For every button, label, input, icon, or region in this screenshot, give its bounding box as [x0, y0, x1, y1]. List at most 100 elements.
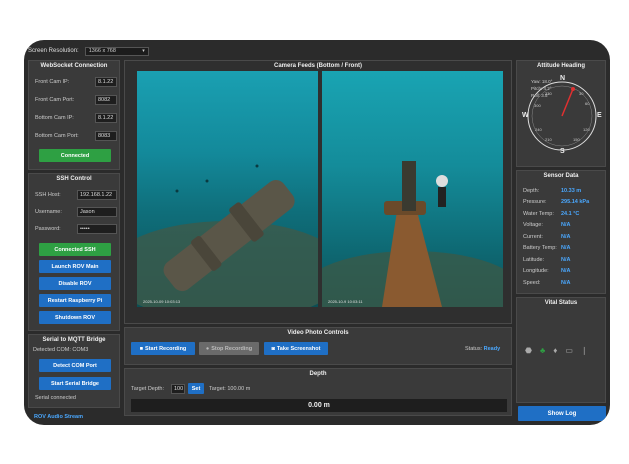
camera-panel: Camera Feeds (Bottom / Front) 2025-10-09…	[124, 60, 512, 324]
leak-icon: ♣	[539, 346, 546, 355]
sensor-label: Water Temp:	[523, 210, 554, 217]
video-controls-panel: Video Photo Controls ■ Start Recording ●…	[124, 327, 512, 365]
start-recording-button[interactable]: ■ Start Recording	[131, 342, 195, 355]
detect-com-button[interactable]: Detect COM Port	[39, 359, 111, 372]
compass-n: N	[560, 75, 566, 82]
depth-panel: Depth Target Depth: 100 Set Target: 100.…	[124, 368, 512, 416]
sensor-row: Battery Temp: N/A	[523, 243, 605, 255]
app-window: Screen Resolution: 1366 x 768 ▾ WebSocke…	[24, 40, 610, 425]
sensor-row: Speed: N/A	[523, 277, 605, 289]
thermometer-icon: ❘	[580, 346, 588, 355]
restart-pi-label: Restart Raspberry Pi	[47, 297, 103, 304]
sensor-row: Pressure: 295.14 kPa	[523, 197, 605, 209]
record-icon: ■	[139, 345, 144, 352]
sensor-value: N/A	[561, 256, 571, 263]
stop-recording-button[interactable]: ● Stop Recording	[199, 342, 259, 355]
tick-330: 330	[545, 91, 552, 96]
sensor-value: 295.14 kPa	[561, 199, 590, 206]
tick-210: 210	[545, 137, 552, 142]
engine-icon: ⬣	[525, 346, 532, 355]
websocket-title: WebSocket Connection	[40, 63, 108, 69]
websocket-panel: WebSocket Connection Front Cam IP: 8.1.2…	[28, 60, 120, 170]
sensor-value: N/A	[561, 279, 571, 286]
sensor-row: Latitude: N/A	[523, 254, 605, 266]
ssh-host-field[interactable]: 192.168.1.22	[77, 190, 117, 200]
compass-w: W	[522, 112, 529, 119]
tick-120: 120	[583, 127, 590, 132]
bottom-port-label: Bottom Cam Port:	[35, 133, 79, 139]
sensor-label: Voltage:	[523, 222, 543, 229]
bottom-feed-timestamp: 2025-10-09 10:03:13	[143, 299, 181, 304]
sensor-row: Longitude: N/A	[523, 266, 605, 278]
launch-rov-button[interactable]: Launch ROV Main	[39, 260, 111, 273]
detect-com-label: Detect COM Port	[53, 362, 97, 369]
front-port-field[interactable]: 8082	[95, 95, 117, 105]
sensor-value: 24.1 °C	[561, 210, 580, 217]
attitude-panel: Attitude Heading N E S W Yaw: 18.0° Pitc…	[516, 60, 606, 167]
resolution-label: Screen Resolution:	[28, 48, 79, 54]
sensor-label: Depth:	[523, 187, 540, 194]
target-depth-input[interactable]: 100	[171, 384, 185, 394]
attitude-title: Attitude Heading	[537, 63, 585, 69]
status-value: Ready	[483, 346, 501, 352]
sensor-panel: Sensor Data Depth: 10.33 m Pressure: 295.14…	[516, 170, 606, 294]
vital-panel: Vital Status ⬣ ♣ ♦ ▭ ❘	[516, 297, 606, 403]
bottom-camera-feed: 2025-10-09 10:03:13	[137, 71, 318, 307]
show-log-label: Show Log	[547, 410, 577, 417]
bottom-ip-label: Bottom Cam IP:	[35, 115, 74, 121]
camera-title: Camera Feeds (Bottom / Front)	[273, 63, 362, 69]
start-serial-bridge-button[interactable]: Start Serial Bridge	[39, 377, 111, 390]
stop-recording-label: Stop Recording	[211, 345, 253, 352]
current-depth-display: 0.00 m	[131, 399, 507, 412]
serial-panel: Serial to MQTT Bridge Detected COM: COM3…	[28, 334, 120, 408]
ssh-connect-button[interactable]: Connected SSH	[39, 243, 111, 256]
rov-audio-stream-link[interactable]: ROV Audio Stream	[34, 414, 83, 420]
battery-icon: ▭	[565, 346, 573, 355]
tick-300: 300	[534, 103, 541, 108]
compass-s: S	[560, 148, 565, 155]
depth-title: Depth	[309, 371, 327, 377]
bottom-port-field[interactable]: 8083	[95, 131, 117, 141]
status-label: Status:	[465, 346, 483, 352]
sensor-value: 10.33 m	[561, 187, 582, 194]
resolution-bar: Screen Resolution: 1366 x 768 ▾	[24, 44, 149, 58]
sensor-label: Pressure:	[523, 199, 547, 206]
front-ip-label: Front Cam IP:	[35, 79, 70, 85]
target-depth-readout: Target: 100.00 m	[209, 386, 251, 392]
bottom-ip-field[interactable]: 8.1.22	[95, 113, 117, 123]
sensor-label: Battery Temp:	[523, 245, 557, 252]
connect-button-label: Connected	[60, 152, 90, 159]
ssh-panel: SSH Control SSH Host: 192.168.1.22 Usern…	[28, 173, 120, 331]
ssh-host-label: SSH Host:	[35, 192, 61, 198]
ssh-connect-label: Connected SSH	[54, 246, 96, 253]
shutdown-rov-button[interactable]: Shutdown ROV	[39, 311, 111, 324]
serial-title: Serial to MQTT Bridge	[42, 337, 106, 343]
disable-rov-button[interactable]: Disable ROV	[39, 277, 111, 290]
front-ip-field[interactable]: 8.1.22	[95, 77, 117, 87]
sensor-value: N/A	[561, 222, 571, 229]
sensor-rows: Depth: 10.33 m Pressure: 295.14 kPa Water Te…	[523, 185, 605, 289]
sensor-value: N/A	[561, 268, 571, 275]
sensor-row: Water Temp: 24.1 °C	[523, 208, 605, 220]
front-feed-timestamp: 2025-10-9 10:03:11	[328, 299, 363, 304]
take-screenshot-button[interactable]: ◙ Take Screenshot	[264, 342, 328, 355]
sensor-label: Speed:	[523, 279, 541, 286]
restart-pi-button[interactable]: Restart Raspberry Pi	[39, 294, 111, 307]
show-log-button[interactable]: Show Log	[518, 406, 606, 421]
start-serial-bridge-label: Start Serial Bridge	[51, 380, 99, 387]
resolution-select[interactable]: 1366 x 768 ▾	[84, 46, 149, 56]
sensor-label: Latitude:	[523, 256, 545, 263]
websocket-connect-button[interactable]: Connected	[39, 149, 111, 162]
set-depth-button[interactable]: Set	[188, 383, 204, 394]
ssh-pass-label: Password:	[35, 226, 61, 232]
sensor-row: Voltage: N/A	[523, 220, 605, 232]
ssh-pass-field[interactable]: •••••	[77, 224, 117, 234]
sensor-row: Current: N/A	[523, 231, 605, 243]
start-recording-label: Start Recording	[145, 345, 187, 352]
shutdown-rov-label: Shutdown ROV	[54, 314, 96, 321]
sensor-title: Sensor Data	[543, 173, 579, 179]
camera-icon: ◙	[271, 345, 275, 352]
sensor-value: N/A	[561, 233, 571, 240]
front-camera-feed: 2025-10-9 10:03:11	[322, 71, 503, 307]
ssh-user-field[interactable]: Jason	[77, 207, 117, 217]
